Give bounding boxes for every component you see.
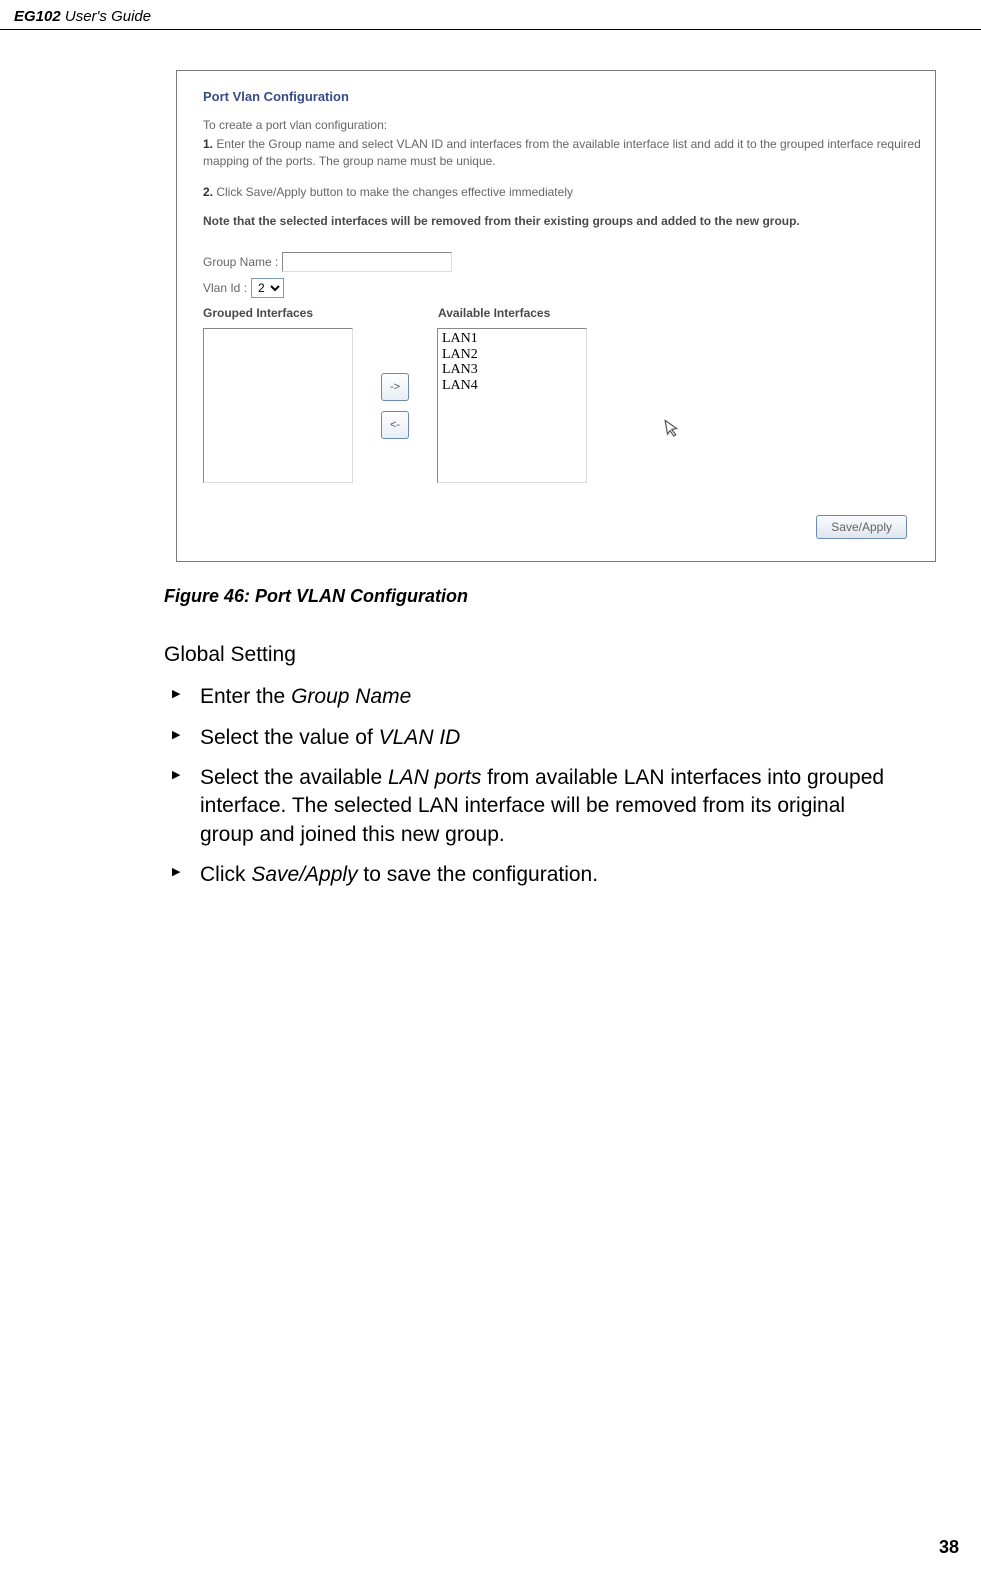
step-2-num: 2. (203, 185, 213, 199)
group-name-input[interactable] (282, 252, 452, 272)
list-item[interactable]: LAN4 (442, 378, 582, 393)
vlan-id-row: Vlan Id : 2 (203, 278, 925, 298)
available-header: Available Interfaces (438, 306, 550, 320)
intro-text: To create a port vlan configuration: (203, 118, 925, 132)
bullet-ital: Group Name (291, 685, 411, 708)
bullet-pre: Click (200, 863, 251, 886)
group-name-row: Group Name : (203, 252, 925, 272)
bullet-ital: VLAN ID (379, 726, 461, 749)
step-1-num: 1. (203, 137, 213, 151)
pointer-svg (664, 417, 683, 439)
list-item[interactable]: LAN3 (442, 362, 582, 377)
bullet-item: Enter the Group Name (164, 683, 904, 711)
bullet-item: Select the available LAN ports from avai… (164, 764, 904, 849)
save-row: Save/Apply (203, 515, 925, 539)
grouped-header: Grouped Interfaces (203, 306, 438, 320)
move-left-button[interactable]: <- (381, 411, 409, 439)
list-row: -> <- LAN1 LAN2 LAN3 LAN4 (203, 328, 925, 483)
bullet-ital: Save/Apply (251, 863, 357, 886)
section-label: Global Setting (164, 643, 904, 667)
bullet-ital: LAN ports (388, 766, 481, 789)
bullet-pre: Enter the (200, 685, 291, 708)
bullet-post: to save the configuration. (358, 863, 599, 886)
columns-header: Grouped Interfaces Available Interfaces (203, 306, 925, 320)
cursor-icon (664, 417, 684, 444)
grouped-listbox[interactable] (203, 328, 353, 483)
vlan-id-label: Vlan Id : (203, 281, 247, 295)
available-listbox[interactable]: LAN1 LAN2 LAN3 LAN4 (437, 328, 587, 483)
step-1: 1. Enter the Group name and select VLAN … (203, 136, 925, 170)
group-name-label: Group Name : (203, 255, 278, 269)
bullet-pre: Select the value of (200, 726, 379, 749)
bullet-list: Enter the Group Name Select the value of… (164, 683, 904, 889)
vlan-id-select[interactable]: 2 (251, 278, 284, 298)
figure-caption: Figure 46: Port VLAN Configuration (164, 586, 981, 607)
form-area: Group Name : Vlan Id : 2 Grouped Interfa… (203, 252, 925, 539)
page-header: EG102 User's Guide (0, 0, 981, 30)
bullet-item: Click Save/Apply to save the configurati… (164, 861, 904, 889)
panel-title: Port Vlan Configuration (203, 89, 925, 104)
header-suffix: User's Guide (61, 8, 151, 25)
bullet-item: Select the value of VLAN ID (164, 724, 904, 752)
step-1-text: Enter the Group name and select VLAN ID … (203, 137, 921, 168)
save-apply-button[interactable]: Save/Apply (816, 515, 907, 539)
product-name: EG102 (14, 8, 61, 25)
step-2-text: Click Save/Apply button to make the chan… (213, 185, 573, 199)
move-right-button[interactable]: -> (381, 373, 409, 401)
arrow-buttons: -> <- (381, 373, 409, 439)
port-vlan-config-panel: Port Vlan Configuration To create a port… (176, 70, 936, 562)
note-text: Note that the selected interfaces will b… (203, 214, 925, 228)
step-2: 2. Click Save/Apply button to make the c… (203, 184, 925, 201)
page-number: 38 (939, 1537, 959, 1558)
list-item[interactable]: LAN1 (442, 331, 582, 346)
content-block: Global Setting Enter the Group Name Sele… (164, 643, 904, 889)
list-item[interactable]: LAN2 (442, 347, 582, 362)
bullet-pre: Select the available (200, 766, 388, 789)
